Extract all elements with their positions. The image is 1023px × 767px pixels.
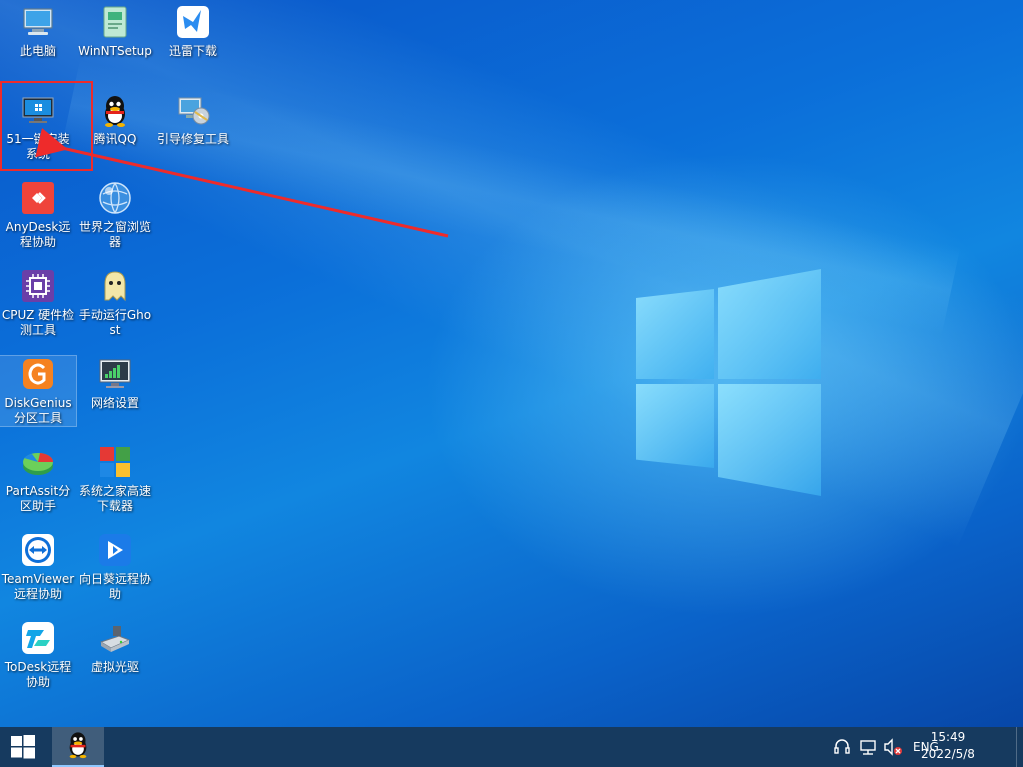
desktop-shortcut-label: CPUZ 硬件检测工具 [1,308,75,337]
virtual-drive-icon [97,620,133,656]
desktop-shortcut-label: 手动运行Ghost [78,308,152,337]
desktop-shortcut-label: 系统之家高速下载器 [78,484,151,513]
windows-start-icon[interactable] [0,727,46,767]
clock-time: 15:49 [930,730,966,744]
ghost-icon [97,268,133,304]
volume-muted-icon[interactable] [883,738,903,756]
desktop-shortcut-label: 虚拟光驱 [90,660,139,674]
show-desktop-button[interactable] [1016,727,1023,767]
teamviewer-icon [20,532,56,568]
network-icon[interactable] [859,738,877,756]
todesk-icon [20,620,56,656]
desktop-background[interactable]: 此电脑 WinNTSetup 迅雷下载 51一键安装系统 腾讯QQ 引导修复工具 AnyDe… [0,0,1023,727]
cpuz-icon [20,268,56,304]
network-settings-icon [97,356,133,392]
clock-date: 2022/5/8 [921,747,975,761]
desktop-shortcut[interactable]: TeamViewer远程协助 [0,532,76,602]
desktop-shortcut[interactable]: 手动运行Ghost [77,268,153,338]
desktop-shortcut-label: PartAssit分区助手 [5,484,71,513]
taskbar-qq-button[interactable] [52,727,104,767]
desktop-shortcut[interactable]: CPUZ 硬件检测工具 [0,268,76,338]
desktop-shortcut-label: 向日葵远程协助 [78,572,151,601]
desktop-shortcut[interactable]: 虚拟光驱 [77,620,153,675]
desktop-shortcut-label: 网络设置 [90,396,139,410]
clock[interactable]: 15:49 2022/5/8 [913,729,983,763]
desktop-shortcut-label: DiskGenius分区工具 [4,396,72,425]
desktop-shortcut[interactable]: PartAssit分区助手 [0,444,76,514]
sunlogin-icon [97,532,133,568]
desktop-shortcut[interactable]: ToDesk远程协助 [0,620,76,690]
desktop-shortcut[interactable]: DiskGenius分区工具 [0,355,77,427]
qq-icon [63,729,93,763]
diskgenius-icon [20,356,56,392]
red-arrow-annotation [35,128,449,238]
desktop-shortcut-label: ToDesk远程协助 [4,660,72,689]
desktop-shortcut[interactable]: 网络设置 [77,356,153,411]
partassist-icon [20,444,56,480]
desktop-shortcut-label: TeamViewer远程协助 [1,572,75,601]
desktop-shortcut[interactable]: 向日葵远程协助 [77,532,153,602]
downloader-icon [97,444,133,480]
taskbar: ENG 15:49 2022/5/8 [0,727,1023,767]
desktop-shortcut[interactable]: 系统之家高速下载器 [77,444,153,514]
headset-icon[interactable] [833,738,851,756]
